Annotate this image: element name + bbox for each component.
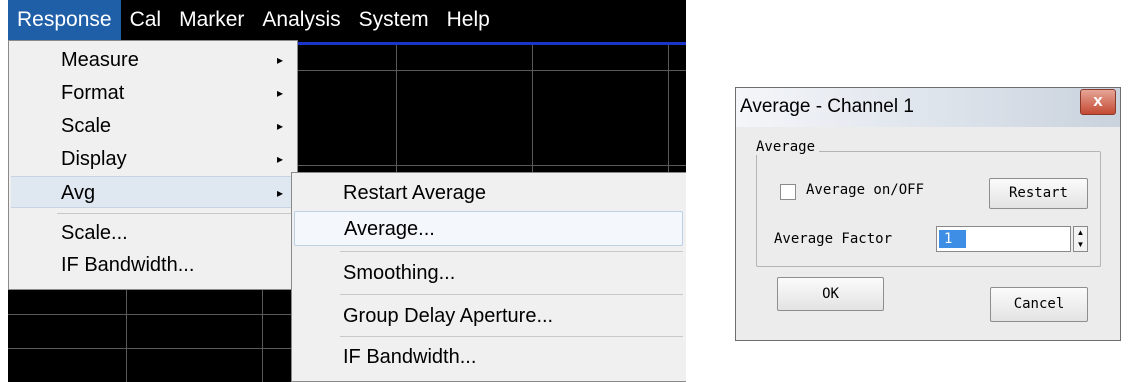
grid-line (298, 70, 686, 71)
grid-line (298, 165, 686, 166)
grid-line (126, 290, 127, 382)
spin-down-icon[interactable]: ▼ (1074, 239, 1087, 251)
submenu-item-average[interactable]: Average... (294, 211, 683, 246)
grid-line (8, 348, 291, 349)
grid-line (668, 45, 669, 175)
chevron-right-icon: ▸ (276, 86, 283, 100)
menu-separator (57, 213, 293, 214)
close-icon: x (1093, 91, 1103, 110)
average-factor-spinner[interactable]: ▲ ▼ (1073, 226, 1088, 252)
menu-separator (340, 294, 683, 295)
response-menu: Measure ▸ Format ▸ Scale ▸ Display ▸ Avg… (8, 40, 298, 290)
avg-submenu: Restart Average Average... Smoothing... … (291, 172, 686, 382)
submenu-item-if-bandwidth[interactable]: IF Bandwidth... (294, 340, 683, 375)
submenu-item-group-delay-aperture[interactable]: Group Delay Aperture... (294, 299, 683, 334)
ok-button[interactable]: OK (777, 277, 884, 311)
average-factor-label: Average Factor (774, 231, 893, 247)
close-button[interactable]: x (1080, 89, 1116, 115)
menu-separator (340, 251, 683, 252)
menu-item-label: Avg (61, 182, 96, 204)
average-on-checkbox[interactable] (780, 184, 796, 200)
grid-line (396, 45, 397, 175)
spin-up-icon[interactable]: ▲ (1074, 227, 1087, 239)
dialog-title: Average - Channel 1 (740, 96, 914, 117)
menu-response[interactable]: Response (8, 0, 121, 40)
menu-item-display[interactable]: Display ▸ (11, 143, 295, 175)
dialog-body: Average Average on/OFF Restart Average F… (736, 127, 1120, 340)
menu-item-scale-dialog[interactable]: Scale... (11, 217, 295, 249)
menu-separator (340, 336, 683, 337)
menu-help[interactable]: Help (438, 0, 499, 40)
chevron-right-icon: ▸ (276, 186, 283, 200)
menu-item-label: Scale... (61, 222, 128, 244)
grid-line (532, 45, 533, 175)
menu-cal[interactable]: Cal (121, 0, 171, 40)
menu-analysis[interactable]: Analysis (253, 0, 349, 40)
restart-button[interactable]: Restart (989, 178, 1088, 209)
menu-marker[interactable]: Marker (170, 0, 253, 40)
grid-line (262, 290, 263, 382)
menu-item-label: Format (61, 82, 125, 104)
menu-item-label: Scale (61, 115, 112, 137)
menu-item-scale[interactable]: Scale ▸ (11, 110, 295, 142)
average-on-label[interactable]: Average on/OFF (806, 182, 924, 198)
vna-screen: Response Cal Marker Analysis System Help… (8, 0, 686, 382)
menu-item-avg[interactable]: Avg ▸ (11, 176, 295, 208)
menu-item-measure[interactable]: Measure ▸ (11, 44, 295, 76)
menu-item-format[interactable]: Format ▸ (11, 77, 295, 109)
average-dialog: Average - Channel 1 x Average Average on… (735, 87, 1121, 341)
submenu-item-restart-average[interactable]: Restart Average (294, 176, 683, 211)
grid-line (8, 314, 291, 315)
chevron-right-icon: ▸ (276, 53, 283, 67)
submenu-item-smoothing[interactable]: Smoothing... (294, 256, 683, 291)
dialog-titlebar[interactable]: Average - Channel 1 x (736, 88, 1120, 127)
average-factor-input[interactable]: 1 (936, 226, 1071, 252)
group-label: Average (752, 139, 820, 155)
cancel-button[interactable]: Cancel (990, 287, 1088, 322)
menu-system[interactable]: System (350, 0, 438, 40)
menubar: Response Cal Marker Analysis System Help (8, 0, 686, 40)
menu-item-label: Measure (61, 49, 139, 71)
menu-item-label: IF Bandwidth... (61, 254, 195, 276)
chevron-right-icon: ▸ (276, 119, 283, 133)
menu-item-if-bandwidth[interactable]: IF Bandwidth... (11, 249, 295, 281)
chevron-right-icon: ▸ (276, 152, 283, 166)
menu-item-label: Display (61, 148, 127, 170)
average-factor-value: 1 (939, 230, 967, 248)
